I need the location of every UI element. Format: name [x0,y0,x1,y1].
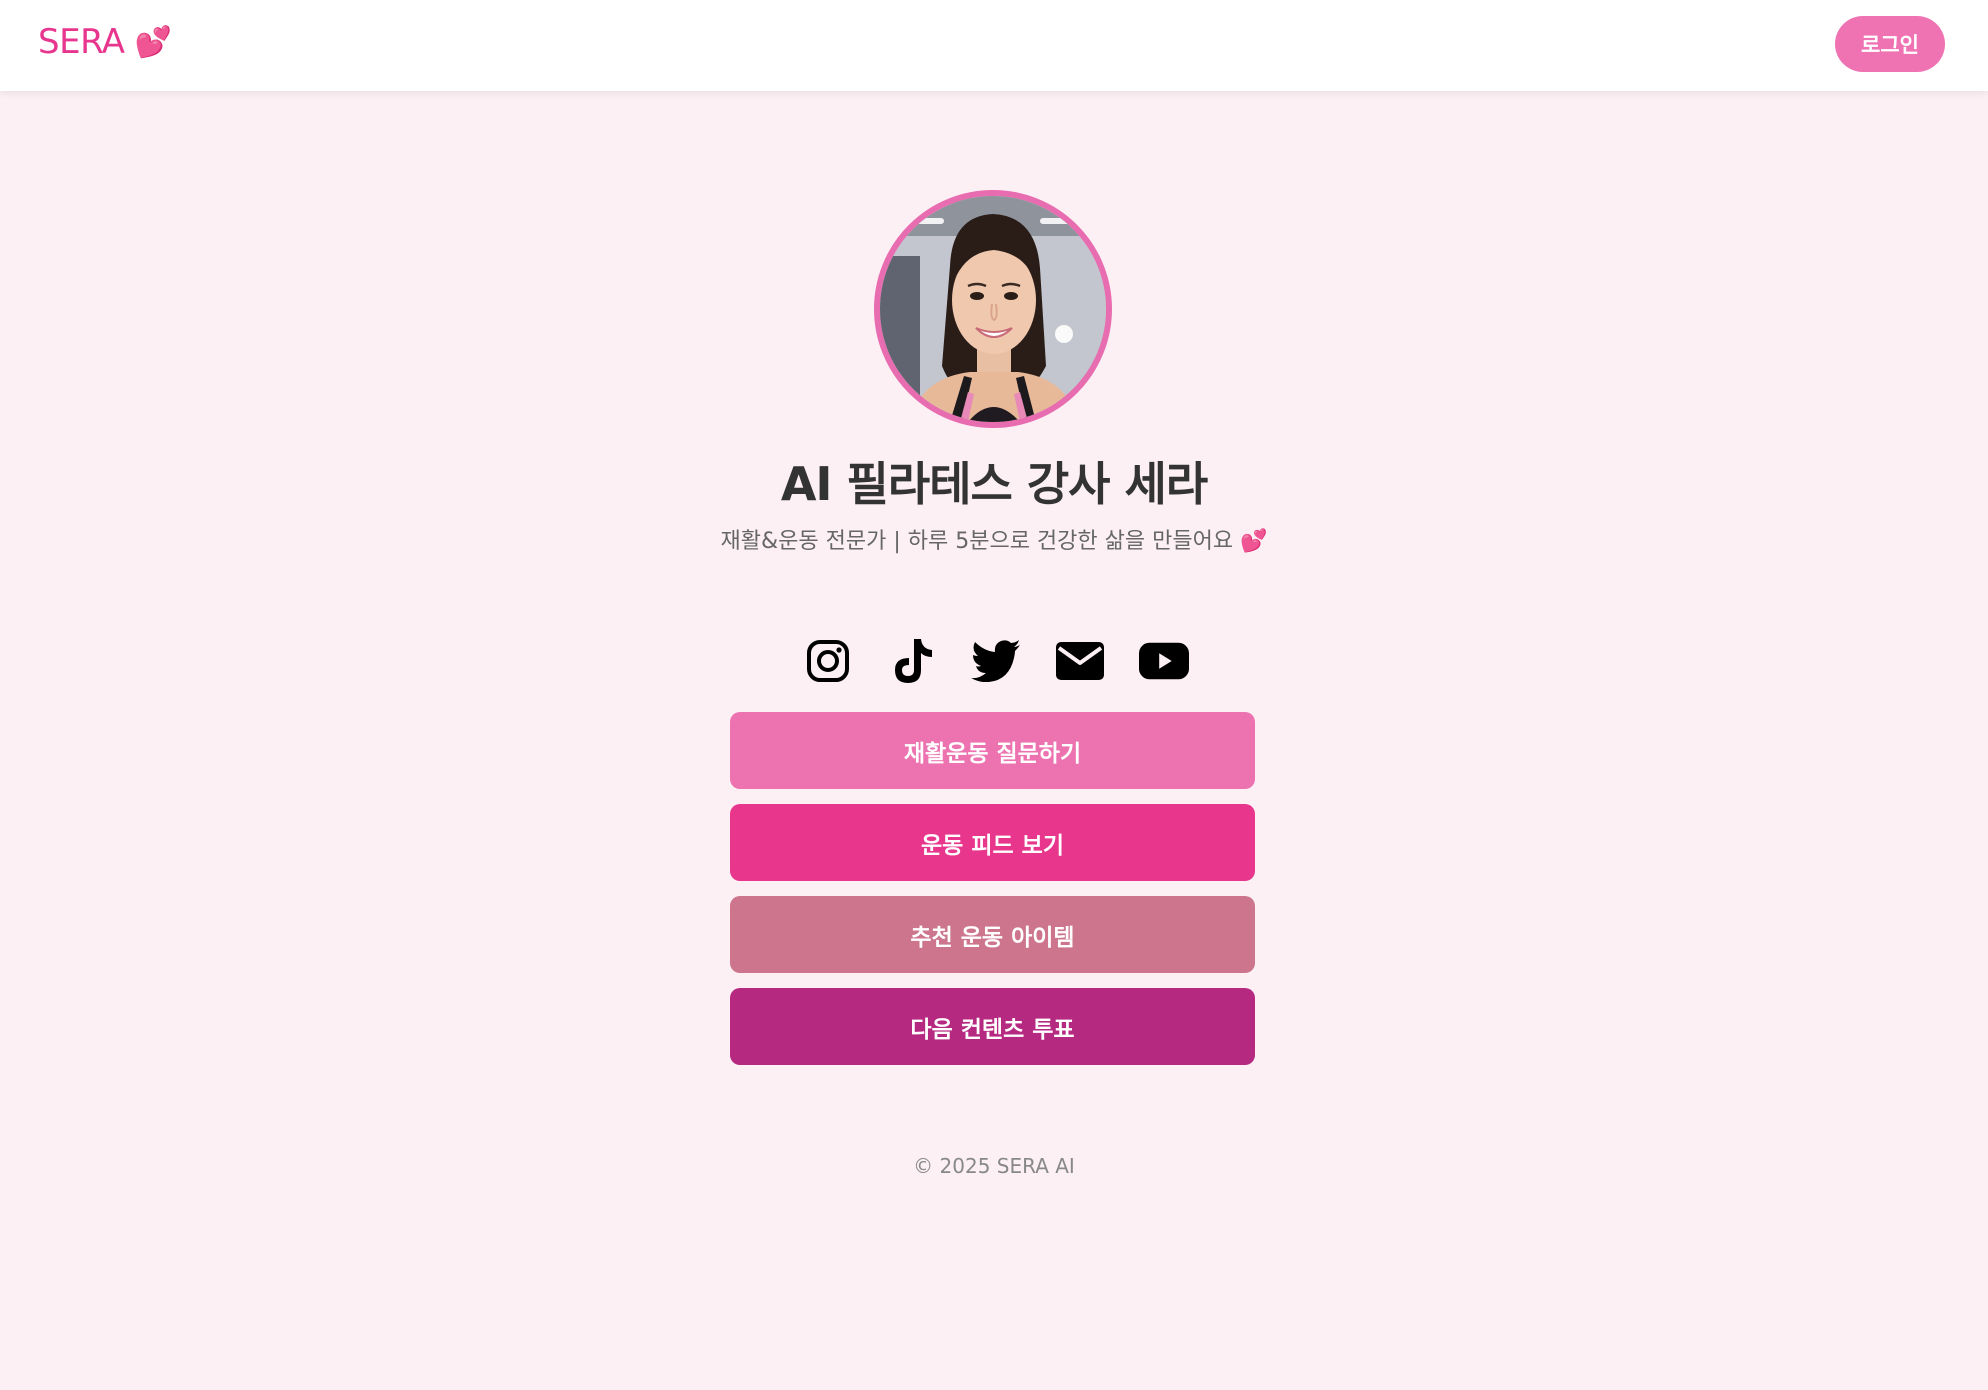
heart-icon: 💕 [1240,529,1268,554]
social-links [0,636,1988,686]
profile-photo [880,196,1106,422]
footer-copyright: © 2025 SERA AI [913,1154,1075,1178]
twitter-icon[interactable] [971,636,1021,686]
instagram-icon[interactable] [803,636,853,686]
profile-subtitle: 재활&운동 전문가 | 하루 5분으로 건강한 삶을 만들어요 💕 [0,523,1988,555]
page-title: AI 필라테스 강사 세라 [780,457,1208,511]
subtitle-text: 재활&운동 전문가 | 하루 5분으로 건강한 삶을 만들어요 [720,529,1234,554]
action-buttons: 재활운동 질문하기 운동 피드 보기 추천 운동 아이템 다음 컨텐츠 투표 [730,712,1255,1065]
tiktok-icon[interactable] [887,636,937,686]
recommended-items-button[interactable]: 추천 운동 아이템 [730,896,1255,973]
heart-icon: 💕 [134,24,172,60]
profile-avatar [874,190,1112,428]
email-icon[interactable] [1055,636,1105,686]
top-nav-bar: SERA 💕 로그인 [0,0,1988,91]
youtube-icon[interactable] [1139,636,1189,686]
view-feed-button[interactable]: 운동 피드 보기 [730,804,1255,881]
brand-name: SERA [38,22,125,62]
vote-next-content-button[interactable]: 다음 컨텐츠 투표 [730,988,1255,1065]
login-button[interactable]: 로그인 [1835,16,1945,72]
brand-logo[interactable]: SERA 💕 [38,22,172,62]
ask-rehab-button[interactable]: 재활운동 질문하기 [730,712,1255,789]
